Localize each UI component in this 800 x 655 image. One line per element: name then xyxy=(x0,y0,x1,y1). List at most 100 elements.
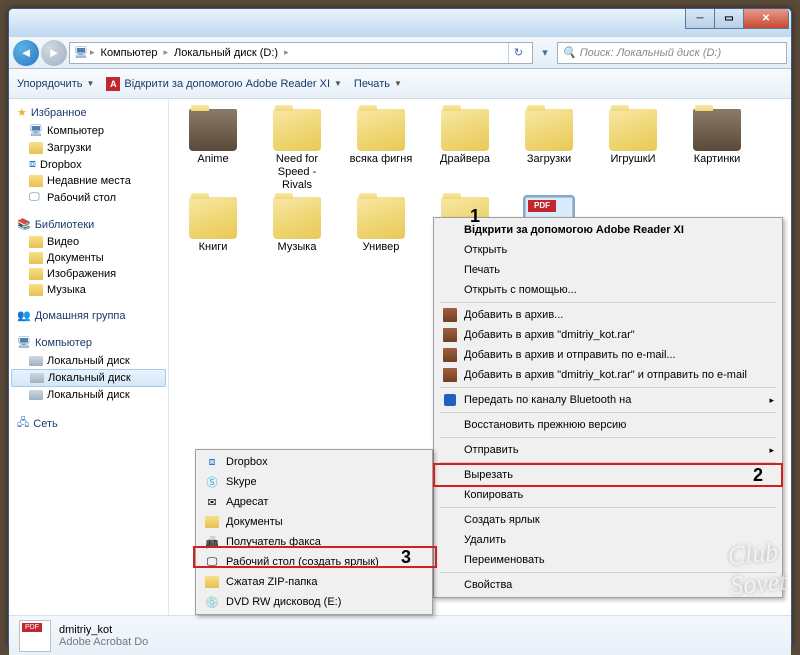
sidebar-item-computer[interactable]: 🖥Компьютер xyxy=(9,122,168,140)
sidebar-item-disk[interactable]: Локальный диск xyxy=(9,387,168,403)
annotation-3: 3 xyxy=(401,547,411,568)
folder-games[interactable]: ИгрушкИ xyxy=(599,109,667,193)
crumb-disk[interactable]: Локальный диск (D:) xyxy=(170,47,282,59)
sendto-recipient[interactable]: ✉Адресат xyxy=(198,492,430,512)
sendto-desktop[interactable]: 🖵Рабочий стол (создать ярлык) xyxy=(198,552,430,572)
sidebar-item-dropbox[interactable]: ⧈Dropbox xyxy=(9,156,168,173)
folder-music[interactable]: Музыка xyxy=(263,197,331,254)
sidebar-item-music[interactable]: Музыка xyxy=(9,282,168,298)
network-icon: 🖧 xyxy=(17,414,29,433)
sidebar: ★Избранное 🖥Компьютер Загрузки ⧈Dropbox … xyxy=(9,99,169,615)
open-adobe-button[interactable]: AВідкрити за допомогою Adobe Reader XI ▼ xyxy=(106,77,342,91)
rar-icon xyxy=(443,348,457,362)
cm-send[interactable]: Отправить▸ xyxy=(436,440,780,460)
desktop-icon: 🖵 xyxy=(204,554,220,570)
explorer-window: ─ ▭ ✕ ◄ ► 🖥 ▸ Компьютер ▸ Локальный диск… xyxy=(8,8,792,646)
sidebar-item-downloads[interactable]: Загрузки xyxy=(9,140,168,156)
sidebar-item-recent[interactable]: Недавние места xyxy=(9,173,168,189)
sidebar-item-desktop[interactable]: 🖵Рабочий стол xyxy=(9,189,168,207)
close-button[interactable]: ✕ xyxy=(743,9,789,29)
sidebar-favorites[interactable]: ★Избранное xyxy=(9,103,168,122)
sidebar-item-video[interactable]: Видео xyxy=(9,234,168,250)
sidebar-item-images[interactable]: Изображения xyxy=(9,266,168,282)
cm-open-adobe[interactable]: Відкрити за допомогою Adobe Reader XI xyxy=(436,220,780,240)
cm-open-with[interactable]: Открыть с помощью... xyxy=(436,280,780,300)
sidebar-libraries[interactable]: 📚Библиотеки xyxy=(9,215,168,234)
sendto-fax[interactable]: 📠Получатель факса xyxy=(198,532,430,552)
chevron-right-icon: ▸ xyxy=(163,47,168,58)
zip-icon xyxy=(205,576,219,588)
maximize-button[interactable]: ▭ xyxy=(714,9,744,29)
minimize-button[interactable]: ─ xyxy=(685,9,715,29)
folder-downloads[interactable]: Загрузки xyxy=(515,109,583,193)
cm-rename[interactable]: Переименовать xyxy=(436,550,780,570)
computer-icon: 🖥 xyxy=(17,336,31,350)
sendto-skype[interactable]: ⓈSkype xyxy=(198,472,430,492)
folder-univer[interactable]: Универ xyxy=(347,197,415,254)
skype-icon: Ⓢ xyxy=(204,474,220,490)
folder-icon xyxy=(29,236,43,248)
cm-open[interactable]: Открыть xyxy=(436,240,780,260)
context-menu: Відкрити за допомогою Adobe Reader XI От… xyxy=(433,217,783,598)
cm-delete[interactable]: Удалить xyxy=(436,530,780,550)
folder-icon xyxy=(29,252,43,264)
chevron-down-icon: ▼ xyxy=(86,79,94,88)
search-input[interactable]: 🔍 Поиск: Локальный диск (D:) xyxy=(557,42,787,64)
sidebar-computer-group[interactable]: 🖥Компьютер xyxy=(9,333,168,353)
rar-icon xyxy=(443,308,457,322)
search-icon: 🔍 xyxy=(562,46,576,59)
folder-nfs[interactable]: Need for Speed - Rivals xyxy=(263,109,331,193)
sendto-zip[interactable]: Сжатая ZIP-папка xyxy=(198,572,430,592)
folder-books[interactable]: Книги xyxy=(179,197,247,254)
cm-add-archive[interactable]: Добавить в архив... xyxy=(436,305,780,325)
folder-misc[interactable]: всяка фигня xyxy=(347,109,415,193)
sendto-dropbox[interactable]: ⧈Dropbox xyxy=(198,452,430,472)
chevron-right-icon: ▸ xyxy=(284,47,289,58)
dvd-icon: 💿 xyxy=(204,594,220,610)
cm-cut[interactable]: Вырезать xyxy=(436,465,780,485)
sidebar-network[interactable]: 🖧Сеть xyxy=(9,411,168,436)
cm-copy[interactable]: Копировать xyxy=(436,485,780,505)
chevron-down-icon: ▼ xyxy=(334,79,342,88)
toolbar: Упорядочить ▼ AВідкрити за допомогою Ado… xyxy=(9,69,791,99)
cm-add-email[interactable]: Добавить в архив и отправить по e-mail..… xyxy=(436,345,780,365)
cm-print[interactable]: Печать xyxy=(436,260,780,280)
details-filename: dmitriy_kot xyxy=(59,624,148,636)
folder-icon xyxy=(205,516,219,528)
cm-properties[interactable]: Свойства xyxy=(436,575,780,595)
cm-restore[interactable]: Восстановить прежнюю версию xyxy=(436,415,780,435)
crumb-computer[interactable]: Компьютер xyxy=(97,47,162,59)
sidebar-item-disk[interactable]: Локальный диск xyxy=(11,369,166,387)
folder-anime[interactable]: Anime xyxy=(179,109,247,193)
cm-add-rar[interactable]: Добавить в архив "dmitriy_kot.rar" xyxy=(436,325,780,345)
organize-button[interactable]: Упорядочить ▼ xyxy=(17,78,94,90)
breadcrumb[interactable]: 🖥 ▸ Компьютер ▸ Локальный диск (D:) ▸ ↻ xyxy=(69,42,533,64)
print-button[interactable]: Печать ▼ xyxy=(354,78,402,90)
folder-drivers[interactable]: Драйвера xyxy=(431,109,499,193)
folder-icon xyxy=(29,142,43,154)
disk-icon xyxy=(29,356,43,366)
dropbox-icon: ⧈ xyxy=(29,158,36,171)
refresh-button[interactable]: ↻ xyxy=(508,43,528,63)
sidebar-item-documents[interactable]: Документы xyxy=(9,250,168,266)
titlebar[interactable]: ─ ▭ ✕ xyxy=(9,9,791,37)
down-history-button[interactable]: ▾ xyxy=(535,46,555,59)
cm-add-rar-email[interactable]: Добавить в архив "dmitriy_kot.rar" и отп… xyxy=(436,365,780,385)
sendto-documents[interactable]: Документы xyxy=(198,512,430,532)
adobe-icon: A xyxy=(106,77,120,91)
cm-bluetooth[interactable]: Передать по каналу Bluetooth на▸ xyxy=(436,390,780,410)
disk-icon xyxy=(30,373,44,383)
sidebar-item-disk[interactable]: Локальный диск xyxy=(9,353,168,369)
fax-icon: 📠 xyxy=(204,534,220,550)
forward-button[interactable]: ► xyxy=(41,40,67,66)
sidebar-homegroup[interactable]: 👥Домашняя группа xyxy=(9,306,168,325)
chevron-down-icon: ▼ xyxy=(394,79,402,88)
annotation-2: 2 xyxy=(753,465,763,486)
folder-icon xyxy=(29,268,43,280)
search-placeholder: Поиск: Локальный диск (D:) xyxy=(580,47,721,59)
back-button[interactable]: ◄ xyxy=(13,40,39,66)
folder-pictures[interactable]: Картинки xyxy=(683,109,751,193)
cm-shortcut[interactable]: Создать ярлык xyxy=(436,510,780,530)
sendto-menu: ⧈Dropbox ⓈSkype ✉Адресат Документы 📠Полу… xyxy=(195,449,433,615)
sendto-dvd[interactable]: 💿DVD RW дисковод (E:) xyxy=(198,592,430,612)
